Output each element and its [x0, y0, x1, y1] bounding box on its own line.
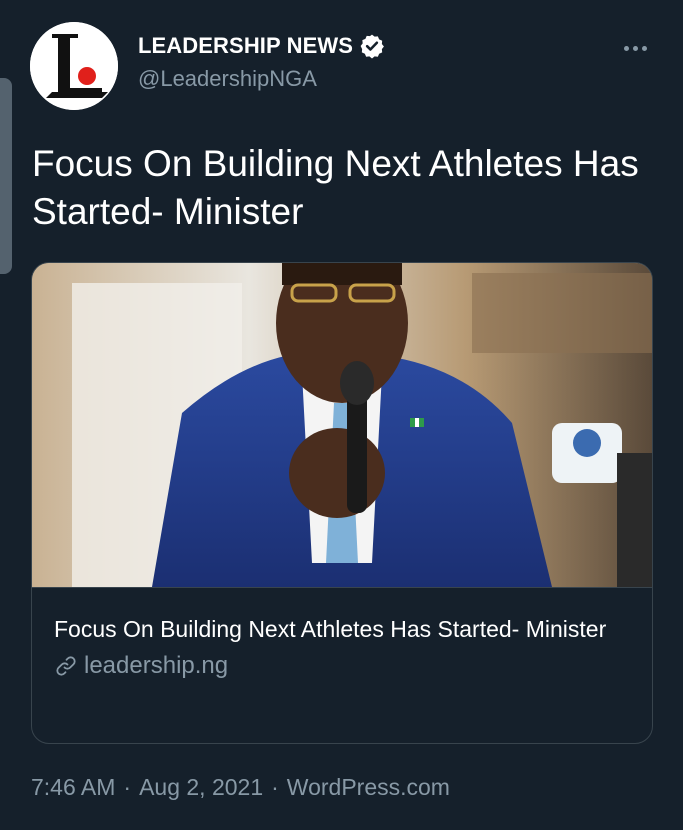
verified-badge-icon [360, 34, 384, 59]
meta-separator: · [123, 774, 132, 800]
tweet-text: Focus On Building Next Athletes Has Star… [32, 143, 639, 232]
avatar[interactable] [30, 22, 118, 110]
card-image[interactable] [32, 263, 652, 587]
leadership-logo-icon [30, 22, 118, 110]
tweet-time[interactable]: 7:46 AM [31, 774, 115, 801]
more-options-icon [623, 45, 629, 51]
display-name-row: LEADERSHIP NEWS [138, 32, 385, 60]
tweet-detail-view: LEADERSHIP NEWS @LeadershipNGA Focus On … [0, 0, 683, 830]
meta-separator: · [271, 774, 279, 800]
tweet-source[interactable]: WordPress.com [287, 774, 450, 801]
minister-photo-icon [32, 263, 652, 587]
card-domain-row: leadership.ng [54, 652, 630, 680]
display-name[interactable]: LEADERSHIP NEWS [138, 33, 353, 59]
user-info[interactable]: LEADERSHIP NEWS @LeadershipNGA [138, 32, 385, 92]
more-options-button[interactable] [615, 36, 655, 60]
tweet-header: LEADERSHIP NEWS @LeadershipNGA [30, 22, 655, 112]
handle[interactable]: @LeadershipNGA [138, 66, 385, 92]
card-body[interactable]: Focus On Building Next Athletes Has Star… [32, 587, 652, 743]
more-options-dot [641, 45, 647, 51]
more-options-dot [632, 45, 638, 51]
tweet-metadata: 7:46 AM · Aug 2, 2021 · WordPress.com [31, 774, 450, 801]
link-icon [56, 656, 76, 676]
card-title[interactable]: Focus On Building Next Athletes Has Star… [54, 612, 630, 646]
tweet-date[interactable]: Aug 2, 2021 [139, 774, 263, 801]
card-domain[interactable]: leadership.ng [84, 652, 228, 680]
link-preview-card[interactable]: Focus On Building Next Athletes Has Star… [31, 262, 653, 744]
scroll-edge-indicator [0, 78, 12, 274]
